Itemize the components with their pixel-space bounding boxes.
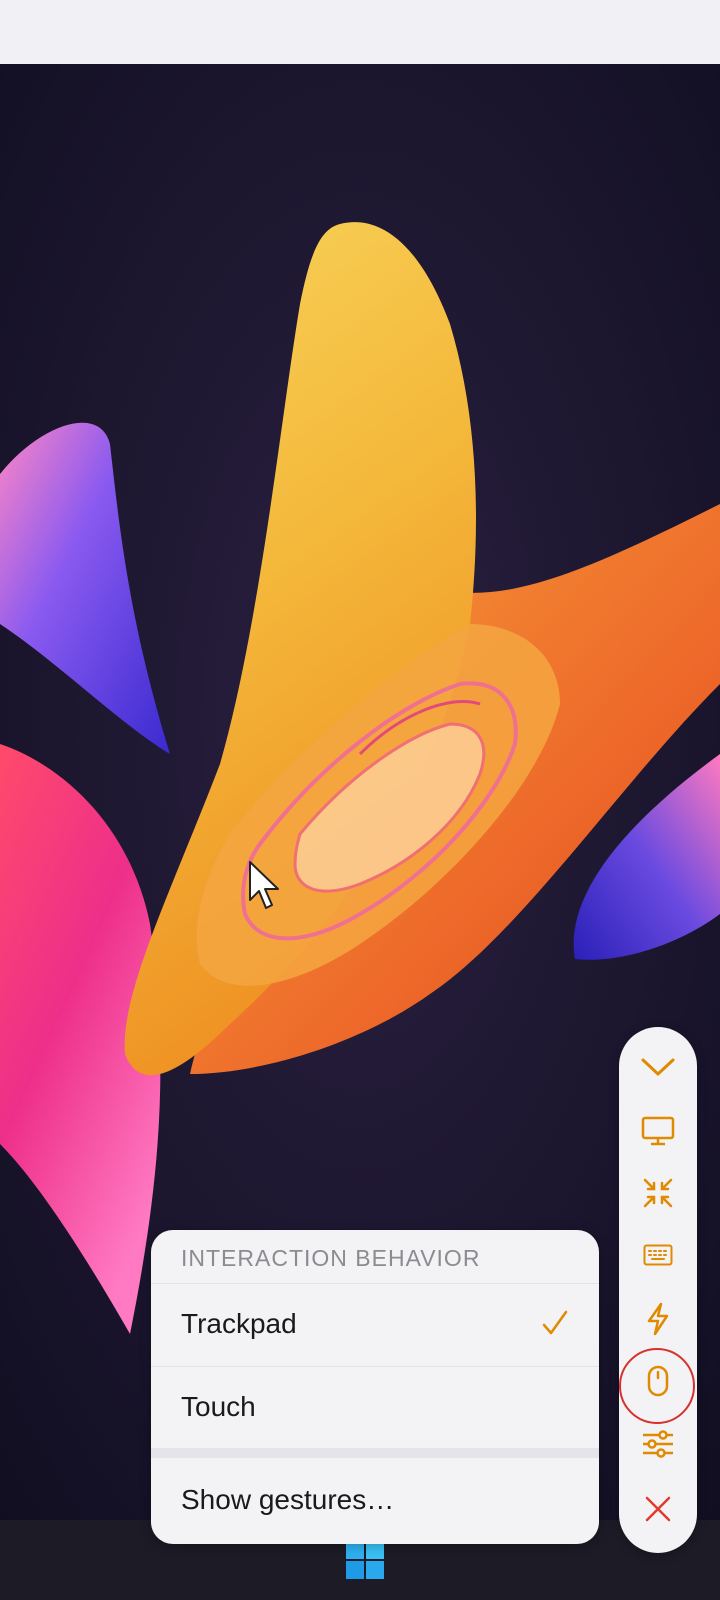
mouse-icon[interactable] [637, 1360, 679, 1402]
interaction-behavior-menu: INTERACTION BEHAVIOR Trackpad Touch Show… [151, 1230, 599, 1544]
lightning-icon[interactable] [637, 1298, 679, 1340]
menu-header: INTERACTION BEHAVIOR [181, 1245, 481, 1271]
floating-toolbar [619, 1027, 697, 1553]
option-touch[interactable]: Touch [151, 1367, 599, 1449]
shrink-arrows-icon[interactable] [637, 1172, 679, 1214]
keyboard-icon[interactable] [637, 1234, 679, 1276]
section-gap [151, 1448, 599, 1458]
option-label: Touch [181, 1391, 256, 1422]
option-label: Trackpad [181, 1308, 297, 1339]
sliders-icon[interactable] [637, 1423, 679, 1465]
chevron-down-icon[interactable] [637, 1046, 679, 1088]
monitor-icon[interactable] [637, 1110, 679, 1152]
top-status-area [0, 0, 720, 64]
show-gestures-button[interactable]: Show gestures… [151, 1460, 599, 1542]
show-gestures-label: Show gestures… [181, 1484, 395, 1515]
checkmark-icon [541, 1308, 569, 1338]
mouse-pointer-icon [248, 860, 284, 912]
close-icon[interactable] [637, 1488, 679, 1530]
windows-logo-icon[interactable] [345, 1540, 385, 1580]
option-trackpad[interactable]: Trackpad [151, 1284, 599, 1366]
